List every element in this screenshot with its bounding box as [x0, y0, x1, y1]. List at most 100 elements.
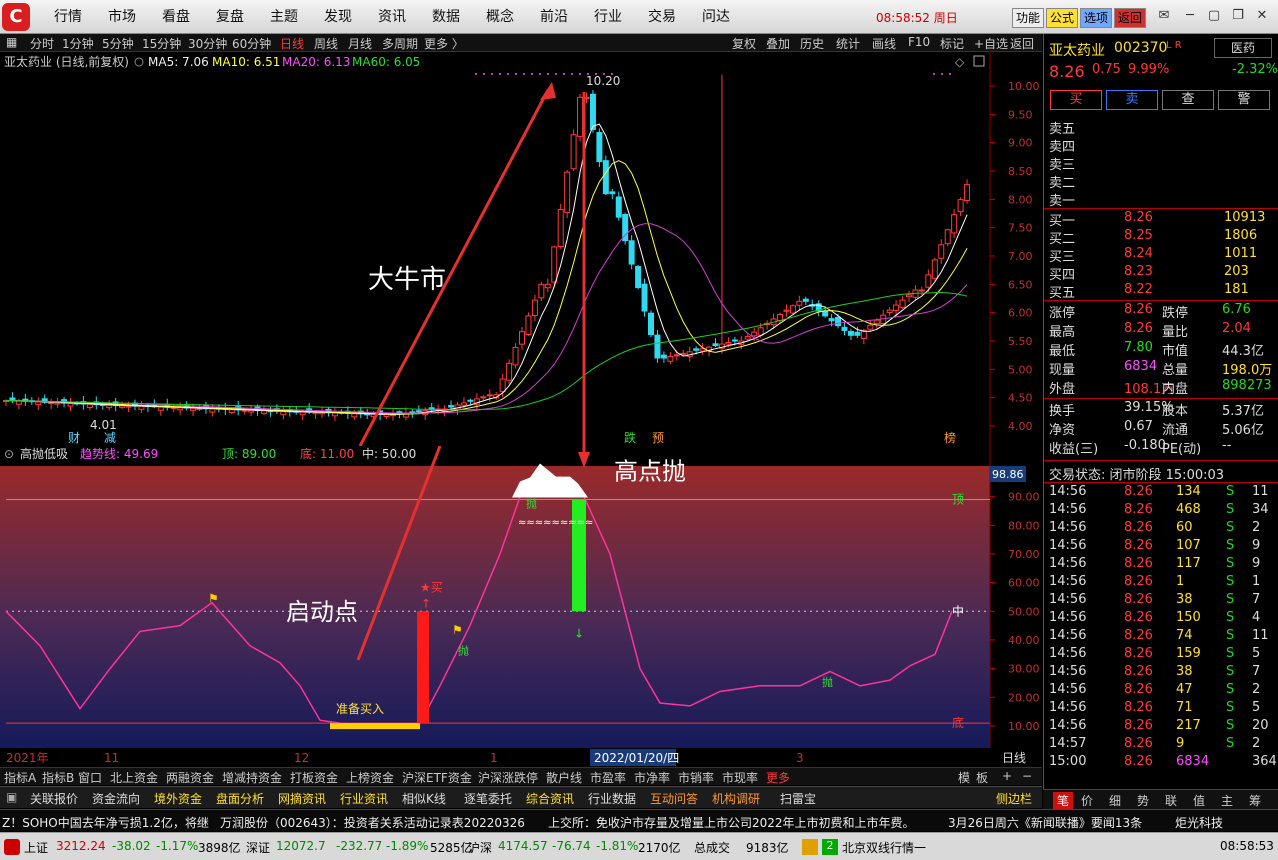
indicator-tab-15[interactable]: 更多 — [766, 769, 790, 786]
grid-icon[interactable]: ▦ — [6, 35, 17, 49]
event-marker-3[interactable]: 预 — [652, 431, 664, 445]
collapse-icon[interactable]: ▣ — [6, 790, 17, 804]
info-tab-5[interactable]: 行业资讯 — [340, 790, 388, 807]
chart-tool-3[interactable]: 统计 — [836, 35, 860, 52]
menu-item-4[interactable]: 主题 — [270, 0, 298, 34]
indicator-tab-18[interactable]: + — [1002, 769, 1012, 783]
news-ticker[interactable]: Z！SOHO中国去年净亏损1.2亿，将继 万润股份（002643）：投资者关系活… — [0, 809, 1278, 847]
menu-item-12[interactable]: 问达 — [702, 0, 730, 34]
quote-tab-5[interactable]: 值 — [1193, 792, 1205, 809]
feed-icon[interactable] — [802, 839, 818, 855]
diamond-icon[interactable]: ◇ — [955, 55, 965, 69]
maximize-icon[interactable]: ▢ — [1204, 6, 1224, 26]
period-tab-0[interactable]: 分时 — [30, 35, 54, 52]
indicator-tab-10[interactable]: 散户线 — [546, 769, 582, 786]
period-tab-9[interactable]: 多周期 — [382, 35, 418, 52]
info-tab-0[interactable]: 关联报价 — [30, 790, 78, 807]
menu-item-3[interactable]: 复盘 — [216, 0, 244, 34]
period-tab-5[interactable]: 60分钟 — [232, 35, 271, 52]
event-marker-1[interactable]: 减 — [104, 431, 116, 445]
chart-tool-1[interactable]: 叠加 — [766, 35, 790, 52]
info-tab-3[interactable]: 盘面分析 — [216, 790, 264, 807]
indicator-tab-16[interactable]: 模 — [958, 769, 970, 786]
info-tab-10[interactable]: 互动问答 — [650, 790, 698, 807]
news-item-4[interactable]: 3月26日周六《新闻联播》要闻13条 — [948, 814, 1142, 831]
feed-label[interactable]: 北京双线行情一 — [842, 839, 926, 856]
period-tab-10[interactable]: 更多 〉 — [424, 35, 464, 52]
info-tab-11[interactable]: 机构调研 — [712, 790, 760, 807]
close-icon[interactable]: ✕ — [1252, 6, 1272, 26]
indicator-tab-8[interactable]: 沪深ETF资金 — [402, 769, 472, 786]
indicator-tab-7[interactable]: 上榜资金 — [346, 769, 394, 786]
period-tab-8[interactable]: 月线 — [348, 35, 372, 52]
info-tab-7[interactable]: 逐笔委托 — [464, 790, 512, 807]
info-tab-6[interactable]: 相似K线 — [402, 790, 446, 807]
info-tab-9[interactable]: 行业数据 — [588, 790, 636, 807]
menu-item-5[interactable]: 发现 — [324, 0, 352, 34]
chart-tool-5[interactable]: F10 — [908, 35, 930, 49]
indicator-tab-5[interactable]: 增减持资金 — [222, 769, 282, 786]
indicator-header-0[interactable]: ⊙ — [4, 447, 14, 461]
period-tab-3[interactable]: 15分钟 — [142, 35, 181, 52]
info-tab-2[interactable]: 境外资金 — [154, 790, 202, 807]
tool-button-1[interactable]: 公式 — [1046, 8, 1079, 28]
quote-tab-2[interactable]: 细 — [1109, 792, 1121, 809]
chart-tool-2[interactable]: 历史 — [800, 35, 824, 52]
news-item-3[interactable]: 上交所：免收沪市存量及增量上市公司2022年上市初费和上市年费。 — [548, 814, 915, 831]
action-button-1[interactable]: 卖 — [1106, 90, 1158, 110]
indicator-tab-19[interactable]: − — [1022, 769, 1032, 783]
action-button-0[interactable]: 买 — [1050, 90, 1102, 110]
chart-tool-0[interactable]: 复权 — [732, 35, 756, 52]
period-tab-1[interactable]: 1分钟 — [62, 35, 94, 52]
indicator-tab-6[interactable]: 打板资金 — [290, 769, 338, 786]
kline-chart[interactable]: 10.00 9.50 9.00 8.50 8.00 7.50 7.00 6.50 6.00 5.5… — [0, 52, 1042, 446]
info-tab-8[interactable]: 综合资讯 — [526, 790, 574, 807]
period-tab-4[interactable]: 30分钟 — [188, 35, 227, 52]
restore-icon[interactable]: ❐ — [1228, 6, 1248, 26]
quote-tab-4[interactable]: 联 — [1165, 792, 1177, 809]
sector-button[interactable]: 医药 — [1214, 38, 1272, 58]
info-tab-12[interactable]: 扫雷宝 — [780, 790, 816, 807]
indicator-tab-1[interactable]: 指标B — [42, 769, 74, 786]
tool-button-0[interactable]: 功能 — [1012, 8, 1045, 28]
chart-tool-6[interactable]: 标记 — [940, 35, 964, 52]
menu-item-2[interactable]: 看盘 — [162, 0, 190, 34]
quote-tab-7[interactable]: 筹 — [1249, 792, 1261, 809]
action-button-2[interactable]: 查 — [1162, 90, 1214, 110]
period-tab-6[interactable]: 日线 — [280, 35, 304, 52]
menu-item-0[interactable]: 行情 — [54, 0, 82, 34]
minimize-icon[interactable]: ─ — [1180, 6, 1200, 26]
quote-tab-6[interactable]: 主 — [1221, 792, 1233, 809]
quote-tab-3[interactable]: 势 — [1137, 792, 1149, 809]
indicator-tab-0[interactable]: 指标A — [4, 769, 36, 786]
feed-count-icon[interactable]: 2 — [822, 839, 838, 855]
indicator-tab-17[interactable]: 板 — [976, 769, 988, 786]
indicator-tab-4[interactable]: 两融资金 — [166, 769, 214, 786]
quote-tab-0[interactable]: 笔 — [1053, 792, 1074, 809]
menu-item-6[interactable]: 资讯 — [378, 0, 406, 34]
info-tab-4[interactable]: 网摘资讯 — [278, 790, 326, 807]
menu-item-11[interactable]: 交易 — [648, 0, 676, 34]
event-marker-2[interactable]: 跌 — [624, 430, 636, 445]
chart-tool-8[interactable]: 返回 — [1010, 35, 1034, 52]
info-tab-1[interactable]: 资金流向 — [92, 790, 140, 807]
info-tab-13[interactable]: 侧边栏 — [996, 790, 1032, 807]
news-item-1[interactable]: Z！SOHO中国去年净亏损1.2亿，将继 — [2, 814, 209, 831]
tool-button-3[interactable]: 返回 — [1114, 8, 1147, 28]
period-tab-7[interactable]: 周线 — [314, 35, 338, 52]
menu-item-10[interactable]: 行业 — [594, 0, 622, 34]
skin-icon[interactable]: ✉ — [1154, 6, 1174, 26]
chart-tool-7[interactable]: +自选 — [974, 35, 1008, 52]
indicator-tab-2[interactable]: 窗口 — [78, 769, 102, 786]
menu-item-7[interactable]: 数据 — [432, 0, 460, 34]
tool-button-2[interactable]: 选项 — [1080, 8, 1113, 28]
indicator-tab-12[interactable]: 市净率 — [634, 769, 670, 786]
action-button-3[interactable]: 警 — [1218, 90, 1270, 110]
indicator-tab-3[interactable]: 北上资金 — [110, 769, 158, 786]
event-marker-4[interactable]: 榜 — [944, 430, 956, 445]
menu-item-8[interactable]: 概念 — [486, 0, 514, 34]
news-item-2[interactable]: 万润股份（002643）：投资者关系活动记录表20220326 — [220, 814, 525, 831]
menu-item-9[interactable]: 前沿 — [540, 0, 568, 34]
event-marker-0[interactable]: 财 — [68, 431, 80, 445]
chart-tool-4[interactable]: 画线 — [872, 35, 896, 52]
